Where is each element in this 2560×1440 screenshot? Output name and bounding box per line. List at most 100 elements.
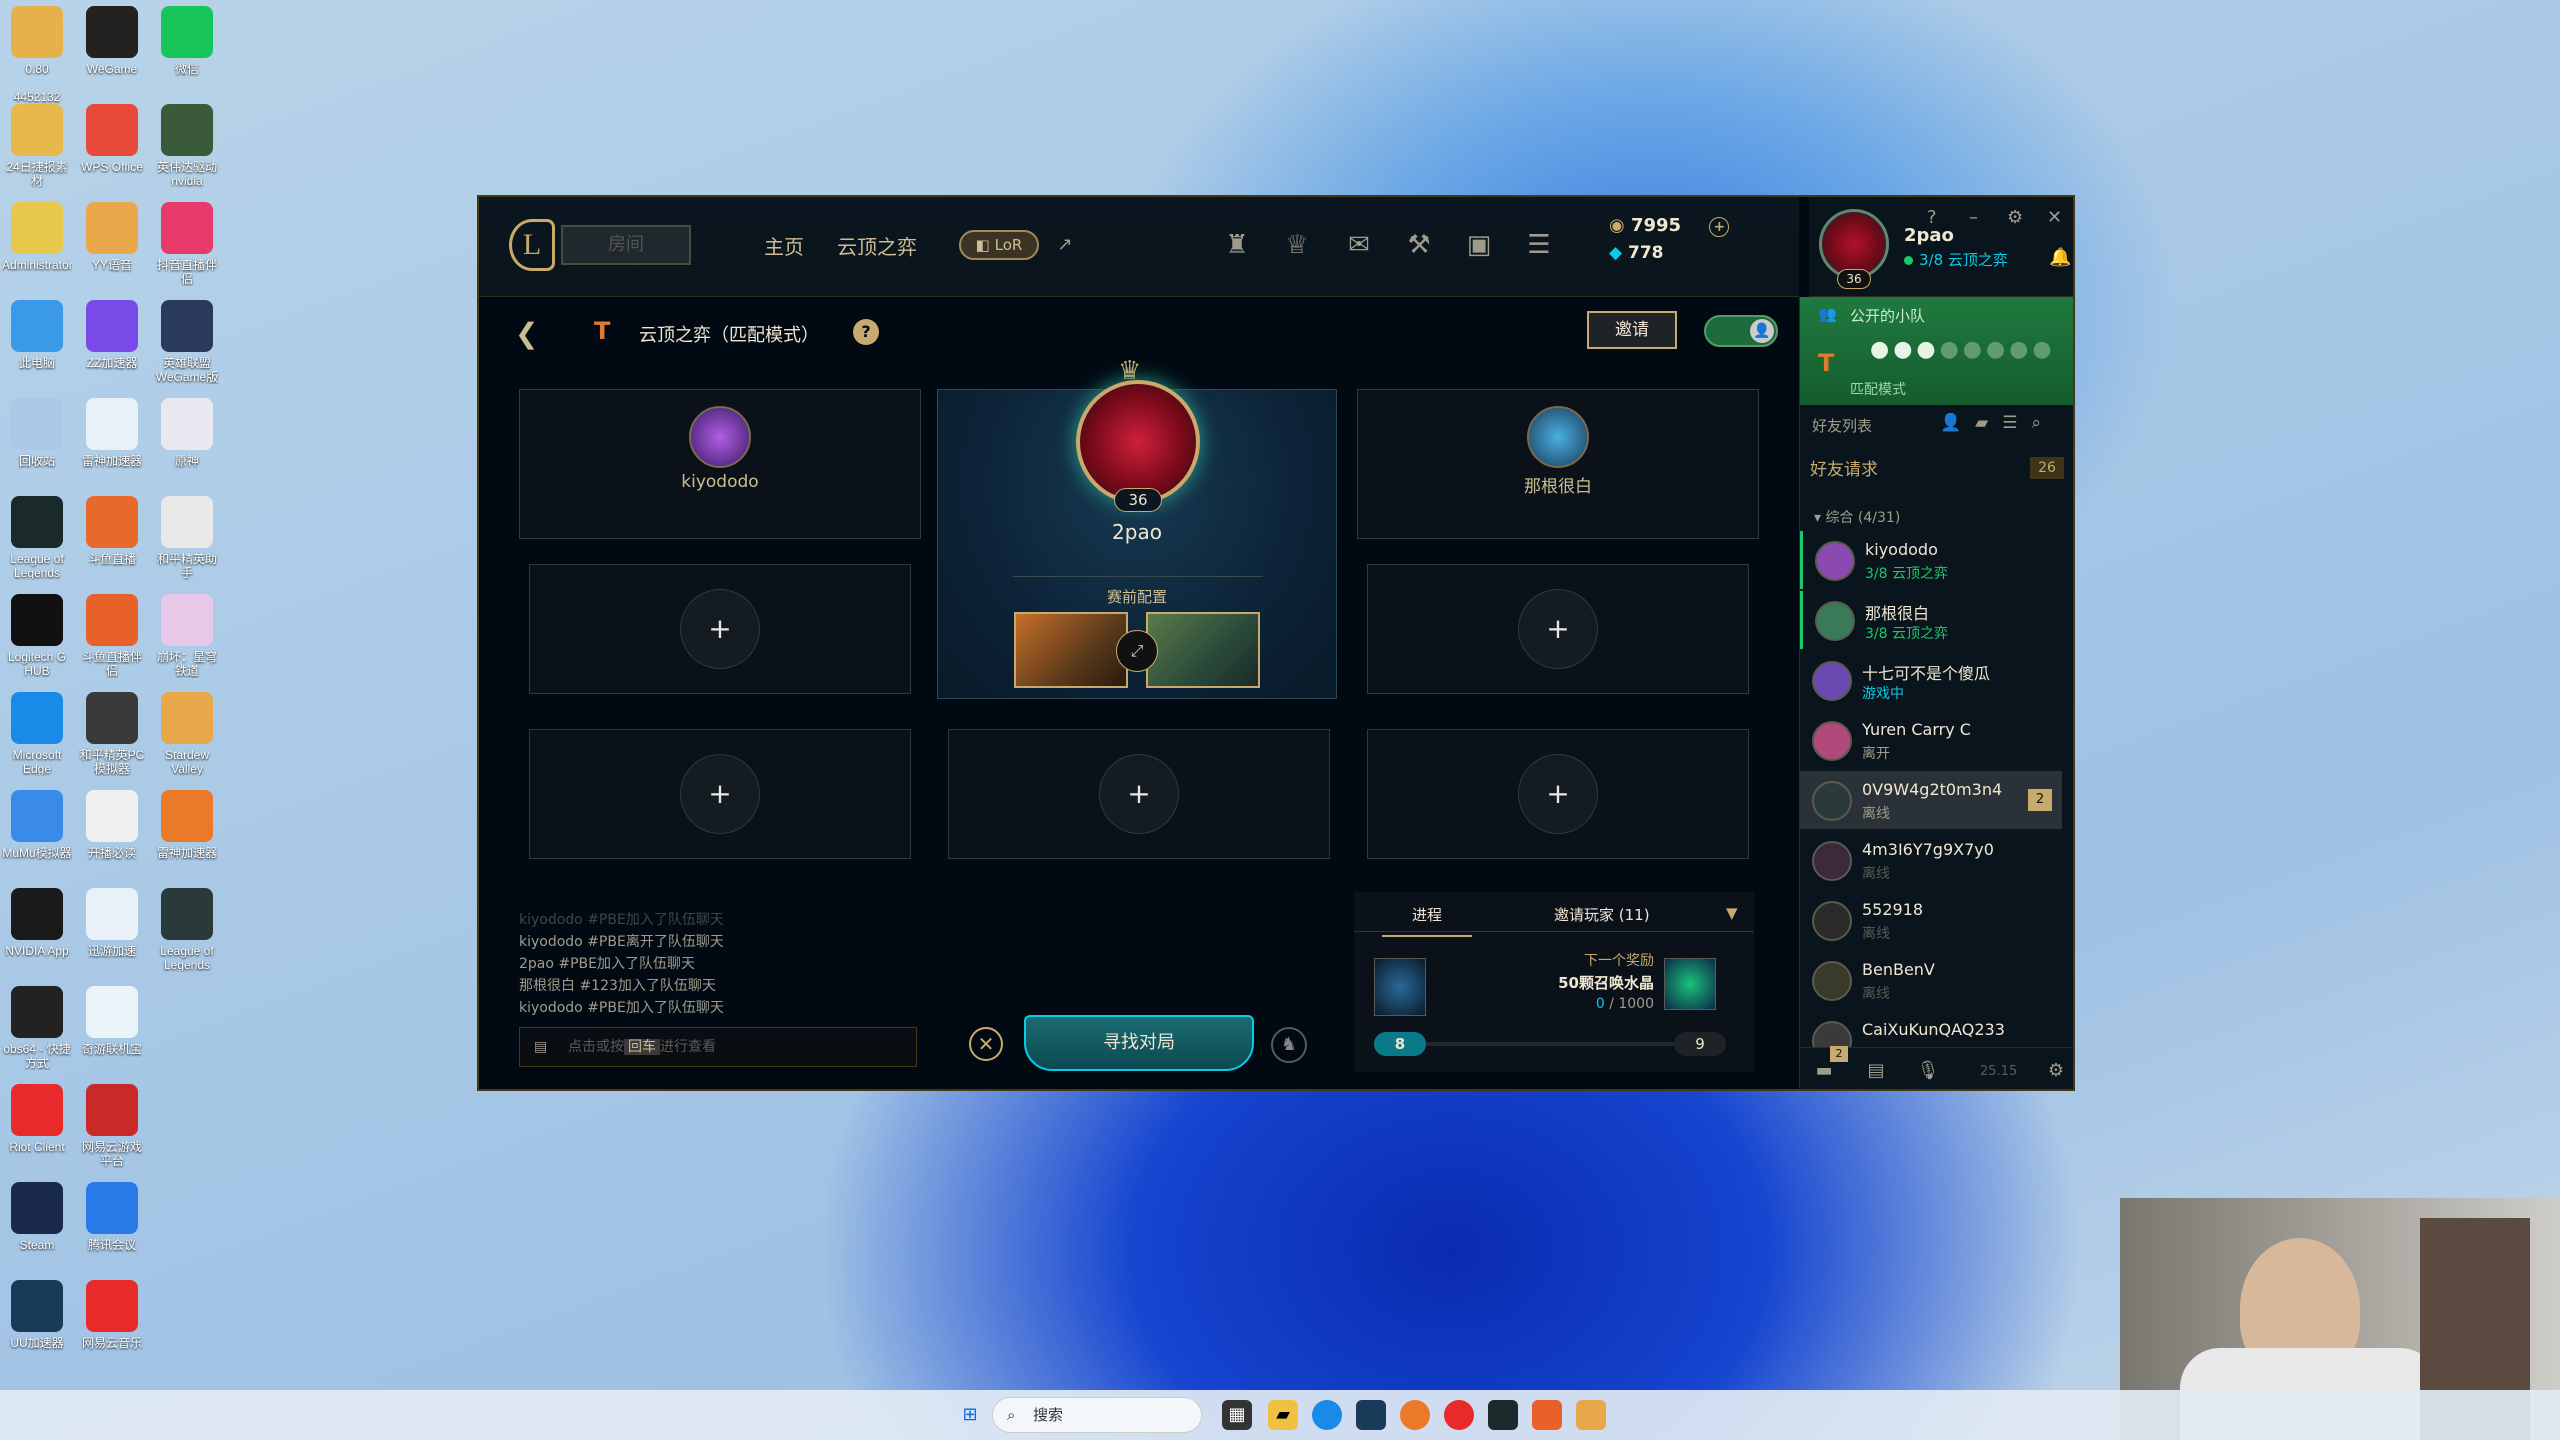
desktop-icon[interactable]: YY语音 [77,202,147,294]
back-arrow-icon[interactable]: ❮ [515,317,538,350]
friend-row[interactable]: 0V9W4g2t0m3n4 离线 2 [1800,771,2062,829]
chat-input[interactable]: ▤ 点击或按 回车 进行查看 [519,1027,917,1067]
chevron-down-icon[interactable]: ▼ [1726,904,1738,922]
desktop-icon[interactable]: Steam [2,1182,72,1274]
leave-party-icon[interactable]: ✕ [969,1027,1003,1061]
friend-row[interactable]: BenBenV 离线 [1800,951,2062,1009]
tab-progress[interactable]: 进程 [1381,904,1473,937]
desktop-icon[interactable]: Logitech G HUB [2,594,72,686]
empty-slot[interactable]: + [529,564,911,694]
league-icon[interactable] [1488,1400,1518,1430]
external-link-icon[interactable]: ↗ [1047,227,1083,263]
nav-lor-button[interactable]: ◧ LoR [959,230,1039,260]
desktop-icon[interactable]: 腾讯会议 [77,1182,147,1274]
thunder-icon[interactable] [1400,1400,1430,1430]
netease-music-icon[interactable] [1444,1400,1474,1430]
empty-slot[interactable]: + [529,729,911,859]
collection-icon[interactable]: ▣ [1461,227,1497,263]
add-currency-icon[interactable]: + [1709,217,1730,237]
desktop-icon[interactable]: UU加速器 [2,1280,72,1372]
edge-icon[interactable] [1312,1400,1342,1430]
desktop-icon[interactable]: 网易云游戏平台 [77,1084,147,1176]
windows-start-icon[interactable]: ⊞ [955,1400,985,1430]
desktop-icon[interactable]: 和平精英助手 [152,496,222,588]
friend-row[interactable]: 十七可不是个傻瓜 游戏中 [1800,651,2062,709]
douyu-icon[interactable] [1532,1400,1562,1430]
desktop-icon[interactable]: League of Legends [2,496,72,588]
close-icon[interactable]: ✕ [2047,207,2062,228]
rewards-icon[interactable]: ♕ [1279,227,1315,263]
friend-row[interactable]: 4m3I6Y7g9X7y0 离线 [1800,831,2062,889]
desktop-icon[interactable]: 斗鱼直播伴侣 [77,594,147,686]
notification-bell-icon[interactable]: 🔔 [2049,247,2071,268]
expand-loadout-icon[interactable]: ⤢ [1116,630,1158,672]
empty-slot[interactable]: + [948,729,1330,859]
desktop-icon[interactable]: 此电脑 [2,300,72,392]
desktop-icon[interactable]: 斗鱼直播 [77,496,147,588]
desktop-icon[interactable]: 英雄联盟WeGame版 [152,300,222,392]
invite-button[interactable]: 邀请 [1587,311,1677,349]
desktop-icon[interactable]: obs64 - 快捷方式 [2,986,72,1078]
nav-home[interactable]: 主页 [764,231,804,260]
mode-help-icon[interactable]: ? [853,319,879,345]
desktop-icon[interactable]: ZZ加速器 [77,300,147,392]
help-icon[interactable]: ? [1927,207,1937,228]
mail-icon[interactable]: ✉ [1341,227,1377,263]
arena-loadout[interactable] [1146,612,1260,688]
add-folder-icon[interactable]: ▰ [1975,413,2002,433]
uu-icon[interactable] [1356,1400,1386,1430]
desktop-icon[interactable]: 抖音直播伴侣 [152,202,222,294]
voice-icon[interactable]: 🎙 [1912,1056,1944,1086]
add-member-icon[interactable]: + [680,754,760,834]
empty-slot[interactable]: + [1367,729,1749,859]
desktop-icon[interactable]: 网易云音乐 [77,1280,147,1372]
desktop-icon[interactable]: 迅游加速 [77,888,147,980]
desktop-icon[interactable]: 开播必读 [77,790,147,882]
desktop-icon[interactable]: Riot Client [2,1084,72,1176]
profile-summary[interactable]: 36 2pao 3/8 云顶之弈 ? – ⚙ ✕ 🔔 [1809,197,2073,297]
desktop-icon[interactable]: Stardew Valley [152,692,222,784]
store-icon[interactable]: ☰ [1521,227,1557,263]
desktop-icon[interactable]: 雷神加速器 [152,790,222,882]
league-logo-icon[interactable]: L [509,219,555,271]
desktop-icon[interactable]: 微信 [152,6,222,98]
desktop-icon[interactable]: WPS Office [77,104,147,196]
find-match-button[interactable]: 寻找对局 [1024,1015,1254,1071]
task-view-icon[interactable]: ▦ [1222,1400,1252,1430]
champions-icon[interactable]: ♜ [1219,227,1255,263]
add-member-icon[interactable]: + [1099,754,1179,834]
list-view-icon[interactable]: ☰ [2002,413,2031,433]
desktop-icon[interactable]: 雷神加速器 [77,398,147,490]
file-explorer-icon[interactable]: ▰ [1268,1400,1298,1430]
add-member-icon[interactable]: + [1518,589,1598,669]
friend-requests[interactable]: 好友请求 [1810,455,1878,480]
add-friend-icon[interactable]: 👤 [1940,413,1975,433]
missions-icon[interactable]: ▤ [1860,1056,1892,1086]
yy-icon[interactable] [1576,1400,1606,1430]
add-member-icon[interactable]: + [680,589,760,669]
currency-display[interactable]: ◉ 7995 + ◆ 778 [1609,215,1730,263]
nav-tft[interactable]: 云顶之弈 [837,231,917,260]
desktop-icon[interactable]: League of Legends [152,888,222,980]
little-legend-loadout[interactable] [1014,612,1128,688]
friend-group[interactable]: ▾ 综合 (4/31) [1814,507,1900,527]
desktop-icon[interactable]: MuMu模拟器 [2,790,72,882]
friend-row[interactable]: 552918 离线 [1800,891,2062,949]
crafting-icon[interactable]: ⚒ [1401,227,1437,263]
party-slot-kiyododo[interactable]: kiyododo [519,389,921,539]
desktop-icon[interactable]: 原神 [152,398,222,490]
desktop-icon[interactable]: Administrator [2,202,72,294]
empty-slot[interactable]: + [1367,564,1749,694]
friend-row[interactable]: Yuren Carry C 离开 [1800,711,2062,769]
search-icon[interactable]: ⌕ [2032,413,2056,433]
desktop-icon[interactable]: 英伟达驱动 nvidia [152,104,222,196]
friend-row[interactable]: 那根很白 3/8 云顶之弈 [1800,591,2062,649]
desktop-icon[interactable]: 24日捷报素材 [2,104,72,196]
settings-gear-icon[interactable]: ⚙ [2040,1056,2072,1086]
tab-invite-players[interactable]: 邀请玩家 (11) [1554,904,1650,925]
settings-icon[interactable]: ⚙ [2007,207,2023,228]
minimize-icon[interactable]: – [1969,207,1978,228]
desktop-icon[interactable]: 奇游联机宝 [77,986,147,1078]
add-member-icon[interactable]: + [1518,754,1598,834]
desktop-icon[interactable]: WeGame [77,6,147,98]
